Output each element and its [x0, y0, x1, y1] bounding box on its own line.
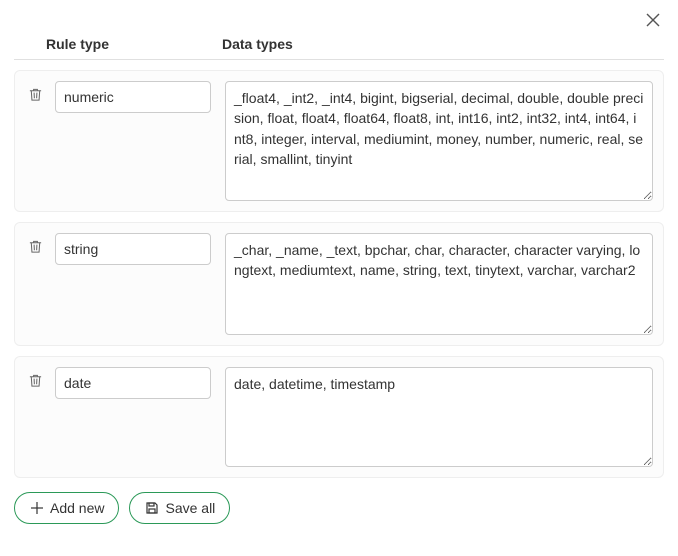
data-types-textarea[interactable] — [225, 233, 653, 335]
column-headers: Rule type Data types — [14, 32, 664, 60]
delete-rule-button[interactable] — [25, 81, 45, 111]
rule-type-input[interactable] — [55, 233, 211, 265]
rule-row — [14, 222, 664, 346]
rule-type-input[interactable] — [55, 367, 211, 399]
header-data-types: Data types — [222, 36, 664, 52]
rule-row — [14, 356, 664, 478]
trash-icon — [28, 373, 43, 391]
plus-icon — [29, 501, 44, 516]
add-new-label: Add new — [50, 500, 104, 516]
save-all-label: Save all — [165, 500, 215, 516]
rule-type-input[interactable] — [55, 81, 211, 113]
rule-row — [14, 70, 664, 212]
header-rule-type: Rule type — [46, 36, 222, 52]
save-icon — [144, 501, 159, 516]
trash-icon — [28, 87, 43, 105]
save-all-button[interactable]: Save all — [129, 492, 230, 524]
delete-rule-button[interactable] — [25, 233, 45, 263]
close-button[interactable] — [644, 12, 662, 30]
close-icon — [646, 13, 660, 30]
data-types-textarea[interactable] — [225, 81, 653, 201]
delete-rule-button[interactable] — [25, 367, 45, 397]
add-new-button[interactable]: Add new — [14, 492, 119, 524]
trash-icon — [28, 239, 43, 257]
data-types-textarea[interactable] — [225, 367, 653, 467]
